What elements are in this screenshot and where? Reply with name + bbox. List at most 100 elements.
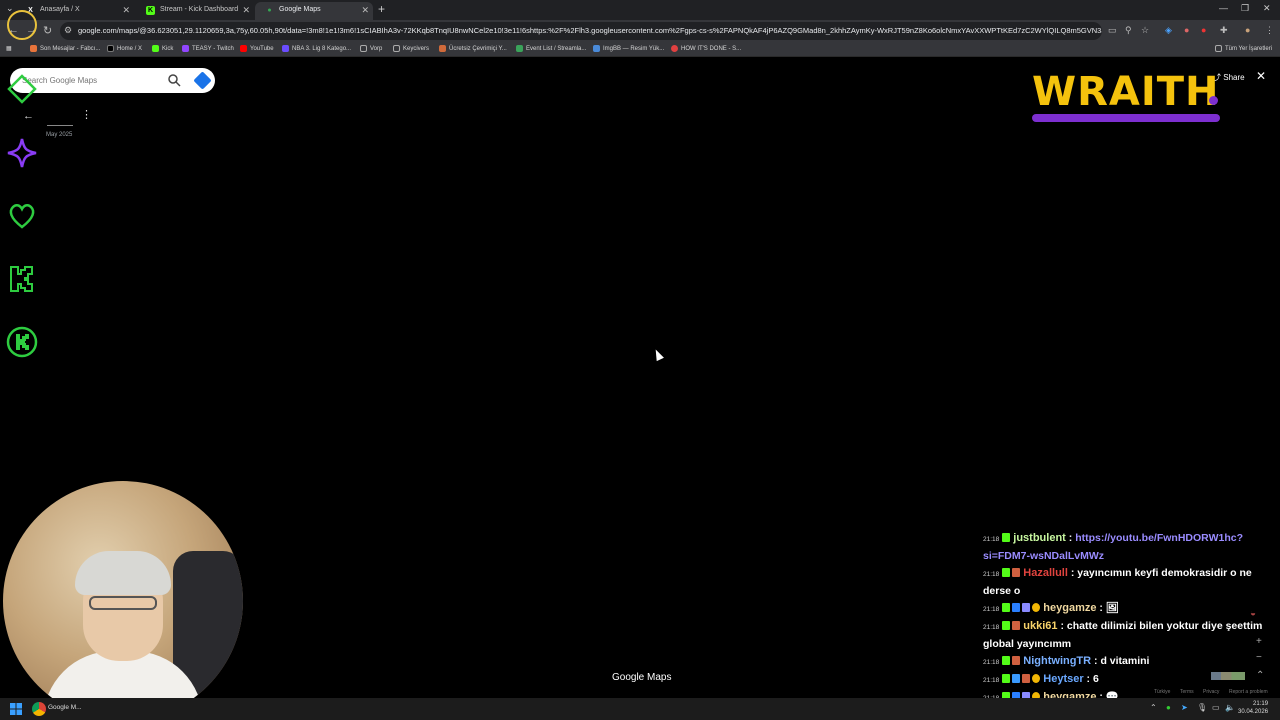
- address-bar[interactable]: google.com/maps/@36.623051,29.1120659,3a…: [60, 22, 1102, 40]
- browser-menu-icon[interactable]: ⋮: [1265, 25, 1274, 36]
- maps-pin-icon: ●: [267, 7, 272, 14]
- gifter-badge-icon: [1022, 603, 1031, 612]
- chat-username: heygamze: [1043, 602, 1097, 614]
- display-icon[interactable]: ▭: [1212, 703, 1220, 712]
- install-app-icon[interactable]: ▭: [1108, 25, 1117, 36]
- bookmark-item[interactable]: HOW IT'S DONE - S...: [671, 44, 741, 54]
- bookmark-item[interactable]: TEASY - Twitch: [182, 44, 234, 54]
- zoom-icon[interactable]: ⚲: [1125, 25, 1132, 36]
- volume-icon[interactable]: 🔈: [1225, 703, 1235, 712]
- bookmark-favicon-icon: [671, 45, 678, 52]
- kick-badge-icon: [1002, 621, 1011, 630]
- bookmark-item[interactable]: ImgBB — Resim Yük...: [593, 44, 664, 54]
- bookmark-item[interactable]: Home / X: [107, 44, 142, 54]
- subscriber-badge-icon: [1022, 674, 1031, 683]
- browser-toolbar: ← → ↻ google.com/maps/@36.623051,29.1120…: [0, 20, 1280, 42]
- kick-logo-icon: K: [146, 6, 155, 15]
- diamond-icon: [7, 74, 37, 104]
- all-bookmarks-folder[interactable]: Tüm Yer İşaretleri: [1215, 44, 1272, 54]
- clock-date: 30.04.2026: [1238, 709, 1269, 715]
- bookmark-folder[interactable]: Vorp: [360, 44, 382, 54]
- chat-message: 21:18 justbulent : https://youtu.be/FwnHD…: [983, 532, 1243, 562]
- google-maps-logo: Google Maps: [612, 672, 672, 683]
- bookmark-favicon-icon: [107, 45, 114, 52]
- tab-close-icon[interactable]: ✕: [361, 2, 369, 18]
- bookmark-item[interactable]: NBA 3. Lig 8 Katego...: [282, 44, 351, 54]
- maps-search-input[interactable]: [22, 73, 162, 88]
- folder-icon: [360, 45, 367, 52]
- bookmarks-bar: ▦ Son Mesajlar - Fabcı... Home / X Kick …: [0, 42, 1280, 57]
- site-info-icon[interactable]: ⚙: [64, 25, 72, 36]
- subscriber-badge-icon: [1012, 656, 1021, 665]
- bookmark-favicon-icon: [593, 45, 600, 52]
- bookmark-star-icon[interactable]: ☆: [1141, 25, 1149, 36]
- tab-title: Stream - Kick Dashboard: [160, 6, 239, 13]
- tab-title: Google Maps: [279, 6, 321, 13]
- streamer-glasses: [89, 596, 157, 610]
- chat-username: ukki61: [1023, 620, 1058, 632]
- windows-start-icon[interactable]: [10, 703, 22, 715]
- microphone-icon[interactable]: 🎙: [1197, 703, 1207, 712]
- telegram-tray-icon[interactable]: ➤: [1181, 703, 1188, 712]
- kick-badge-icon: [1002, 656, 1011, 665]
- kick-badge-icon: [1002, 533, 1011, 542]
- window-close-button[interactable]: ✕: [1263, 3, 1271, 14]
- folder-icon: [393, 45, 400, 52]
- close-streetview-icon[interactable]: ✕: [1256, 69, 1266, 83]
- bookmark-favicon-icon: [516, 45, 523, 52]
- bookmark-item[interactable]: Ücretsiz Çevrimiçi Y...: [439, 44, 507, 54]
- folder-icon: [1215, 45, 1222, 52]
- taskbar-app-label[interactable]: Google M...: [48, 704, 82, 711]
- bookmark-favicon-icon: [240, 45, 247, 52]
- streamer-hair: [75, 551, 171, 595]
- tab-google-maps[interactable]: ● Google Maps ✕: [255, 2, 373, 20]
- reload-icon[interactable]: ↻: [43, 24, 52, 37]
- profile-avatar-icon[interactable]: ●: [1245, 25, 1250, 35]
- windows-taskbar: Google M... ⌃ ● ➤ 🎙 ▭ 🔈 21:19 30.04.2026: [0, 698, 1280, 720]
- extension-icon[interactable]: ●: [1184, 25, 1189, 35]
- tab-close-icon[interactable]: ✕: [242, 2, 250, 18]
- minimize-button[interactable]: —: [1219, 3, 1228, 13]
- tab-close-icon[interactable]: ✕: [122, 2, 130, 18]
- extensions-puzzle-icon[interactable]: ✚: [1220, 25, 1228, 36]
- bookmark-favicon-icon: [152, 45, 159, 52]
- extension-icon[interactable]: ◈: [1165, 25, 1172, 36]
- chat-username: Heytser: [1043, 673, 1084, 685]
- tray-expand-icon[interactable]: ⌃: [1150, 703, 1157, 712]
- kick-badge-icon: [1002, 603, 1011, 612]
- chat-username: NightwingTR: [1023, 655, 1092, 667]
- new-tab-button[interactable]: +: [378, 2, 385, 16]
- verified-badge-icon: [1012, 674, 1021, 683]
- bookmark-item[interactable]: Event List / Streamla...: [516, 44, 586, 54]
- wraith-brand-text: WRAITH: [1032, 69, 1220, 115]
- system-clock[interactable]: 21:19 30.04.2026: [1238, 700, 1268, 716]
- bookmark-favicon-icon: [282, 45, 289, 52]
- bookmark-folder[interactable]: Keycivers: [393, 44, 429, 54]
- webcam-feed: [3, 481, 243, 720]
- subscriber-badge-icon: [1012, 568, 1021, 577]
- apps-grid-icon[interactable]: ▦: [6, 44, 12, 54]
- verified-badge-icon: [1012, 603, 1021, 612]
- tab-kick-dashboard[interactable]: K Stream - Kick Dashboard ✕: [136, 2, 254, 20]
- bookmark-item[interactable]: YouTube: [240, 44, 274, 54]
- extension-icon[interactable]: ●: [1201, 25, 1206, 35]
- bookmark-item[interactable]: Kick: [152, 44, 173, 54]
- bookmark-favicon-icon: [30, 45, 37, 52]
- back-arrow-icon[interactable]: ←: [23, 110, 34, 122]
- chat-text: d vitamini: [1100, 655, 1150, 667]
- bookmark-item[interactable]: Son Mesajlar - Fabcı...: [30, 44, 100, 54]
- screen: ⌄ X Anasayfa / X ✕ K Stream - Kick Dashb…: [0, 0, 1280, 720]
- tray-app-icon[interactable]: ●: [1166, 703, 1171, 712]
- kick-badge-icon: [1002, 568, 1011, 577]
- chat-message: 21:18 heygamze : 🖼: [983, 602, 1120, 614]
- wraith-logo: WRAITH: [1032, 70, 1220, 124]
- chat-emote: 🖼: [1105, 602, 1120, 614]
- maximize-button[interactable]: ❐: [1241, 3, 1249, 14]
- tab-title: Anasayfa / X: [40, 6, 80, 13]
- directions-icon[interactable]: [193, 71, 212, 90]
- more-options-icon[interactable]: ⋮: [81, 108, 92, 121]
- kick-badge-icon: [6, 326, 38, 358]
- chrome-taskbar-icon[interactable]: [32, 702, 46, 716]
- level-badge-icon: [1032, 603, 1041, 612]
- search-icon[interactable]: [167, 73, 181, 87]
